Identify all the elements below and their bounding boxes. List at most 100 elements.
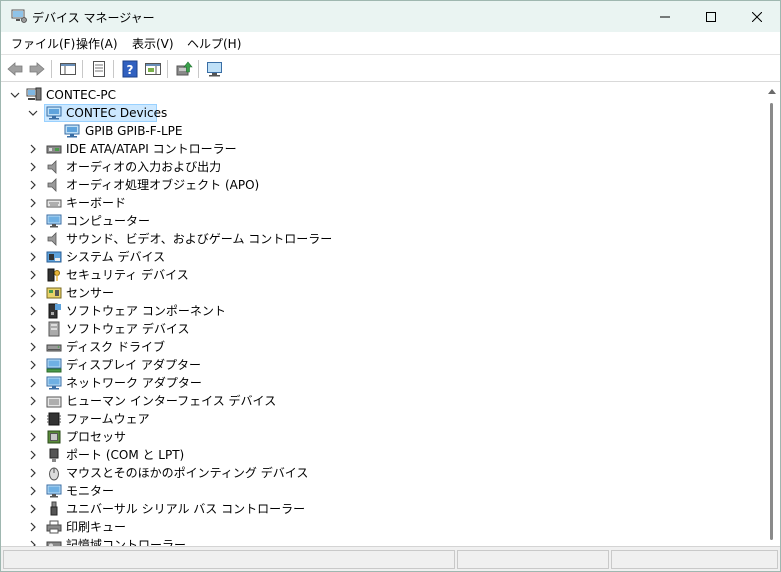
device-tree[interactable]: CONTEC-PC CONTEC Devices GPIB GPIB-F-LPE ID… (2, 83, 765, 546)
tree-item-label: キーボード (66, 196, 127, 210)
action-pane-icon[interactable] (144, 60, 162, 78)
tree-item-category[interactable]: ディスプレイ アダプター (2, 356, 702, 374)
toolbar-separator (51, 60, 52, 78)
tree-item-label: センサー (66, 286, 115, 300)
tree-item-category[interactable]: モニター (2, 482, 702, 500)
tree-item-label: ポート (COM と LPT) (66, 448, 185, 462)
show-hide-console-tree-icon[interactable] (59, 60, 77, 78)
chevron-right-icon[interactable] (28, 180, 38, 190)
ide-controller-icon (46, 145, 62, 154)
tree-item-category[interactable]: ポート (COM と LPT) (2, 446, 702, 464)
help-icon[interactable]: ? (121, 60, 139, 78)
scrollbar-thumb[interactable] (770, 103, 773, 540)
chevron-right-icon[interactable] (28, 432, 38, 442)
chevron-right-icon[interactable] (28, 324, 38, 334)
tree-item-category[interactable]: セキュリティ デバイス (2, 266, 702, 284)
menu-file[interactable]: ファイル(F) (11, 35, 75, 52)
tree-item-category[interactable]: ヒューマン インターフェイス デバイス (2, 392, 702, 410)
tree-item-label: モニター (66, 484, 115, 498)
chevron-right-icon[interactable] (28, 378, 38, 388)
tree-item-category[interactable]: サウンド、ビデオ、およびゲーム コントローラー (2, 230, 702, 248)
tree-item-category[interactable]: ユニバーサル シリアル バス コントローラー (2, 500, 702, 518)
tree-item-category[interactable]: システム デバイス (2, 248, 702, 266)
menu-view[interactable]: 表示(V) (132, 35, 174, 52)
toolbar-separator (113, 60, 114, 78)
chevron-right-icon[interactable] (28, 252, 38, 262)
tree-item-label: CONTEC Devices (66, 106, 168, 120)
menu-action[interactable]: 操作(A) (76, 35, 118, 52)
vertical-scrollbar[interactable] (765, 83, 780, 546)
hid-icon (46, 396, 62, 408)
tree-item-category[interactable]: キーボード (2, 194, 702, 212)
tree-item-category[interactable]: プロセッサ (2, 428, 702, 446)
maximize-button[interactable] (688, 1, 734, 32)
chevron-right-icon[interactable] (28, 234, 38, 244)
tree-item-label: GPIB GPIB-F-LPE (85, 124, 183, 138)
chevron-right-icon[interactable] (28, 504, 38, 514)
software-device-icon (48, 321, 60, 337)
tree-item-category[interactable]: ファームウェア (2, 410, 702, 428)
audio-processing-icon (47, 178, 57, 192)
scroll-up-arrow-icon[interactable] (768, 89, 776, 94)
tree-item-category[interactable]: ネットワーク アダプター (2, 374, 702, 392)
tree-item-gpib[interactable]: GPIB GPIB-F-LPE (2, 122, 702, 140)
tree-item-label: 記憶域コントローラー (66, 538, 187, 546)
tree-item-label: オーディオの入力および出力 (66, 160, 222, 174)
minimize-button[interactable] (642, 1, 688, 32)
port-icon (49, 448, 59, 462)
chevron-right-icon[interactable] (28, 450, 38, 460)
tree-item-category[interactable]: 記憶域コントローラー (2, 536, 702, 546)
menu-help[interactable]: ヘルプ(H) (187, 35, 241, 52)
chevron-right-icon[interactable] (28, 486, 38, 496)
tree-item-contec-devices[interactable]: CONTEC Devices (2, 104, 702, 122)
chevron-right-icon[interactable] (28, 522, 38, 532)
usb-controller-icon (50, 501, 58, 516)
tree-item-category[interactable]: ソフトウェア デバイス (2, 320, 702, 338)
update-driver-icon[interactable] (175, 60, 193, 78)
network-icon (46, 106, 62, 120)
tree-item-label: ユニバーサル シリアル バス コントローラー (66, 502, 306, 516)
properties-icon[interactable] (90, 60, 108, 78)
chevron-right-icon[interactable] (28, 360, 38, 370)
chevron-right-icon[interactable] (28, 468, 38, 478)
network-icon (64, 124, 80, 138)
chevron-right-icon[interactable] (28, 162, 38, 172)
chevron-right-icon[interactable] (28, 270, 38, 280)
tree-item-category[interactable]: マウスとそのほかのポインティング デバイス (2, 464, 702, 482)
tree-item-label: システム デバイス (66, 250, 166, 264)
tree-item-label: ディスク ドライブ (66, 340, 165, 354)
sensor-icon (46, 287, 62, 299)
tree-item-category[interactable]: IDE ATA/ATAPI コントローラー (2, 140, 702, 158)
chevron-right-icon[interactable] (28, 144, 38, 154)
tree-item-label: コンピューター (66, 214, 151, 228)
status-pane-2 (457, 550, 609, 569)
tree-root-row[interactable]: CONTEC-PC (2, 86, 702, 104)
chevron-right-icon[interactable] (28, 342, 38, 352)
forward-icon[interactable] (28, 60, 46, 78)
keyboard-icon (46, 199, 62, 208)
tree-item-category[interactable]: コンピューター (2, 212, 702, 230)
chevron-down-icon[interactable] (10, 90, 20, 100)
chevron-right-icon[interactable] (28, 288, 38, 298)
title-bar[interactable]: デバイス マネージャー (1, 1, 780, 32)
chevron-right-icon[interactable] (28, 414, 38, 424)
tree-item-category[interactable]: オーディオの入力および出力 (2, 158, 702, 176)
scan-hardware-icon[interactable] (206, 60, 224, 78)
back-icon[interactable] (6, 60, 24, 78)
close-button[interactable] (734, 1, 780, 32)
tree-item-category[interactable]: 印刷キュー (2, 518, 702, 536)
tree-item-label: マウスとそのほかのポインティング デバイス (66, 466, 309, 480)
status-pane-3 (611, 550, 778, 569)
tree-item-category[interactable]: オーディオ処理オブジェクト (APO) (2, 176, 702, 194)
chevron-down-icon[interactable] (28, 108, 38, 118)
status-pane-main (3, 550, 455, 569)
chevron-right-icon[interactable] (28, 216, 38, 226)
tree-item-category[interactable]: ディスク ドライブ (2, 338, 702, 356)
chevron-right-icon[interactable] (28, 396, 38, 406)
tree-item-category[interactable]: センサー (2, 284, 702, 302)
monitor-icon (46, 484, 62, 498)
tree-item-category[interactable]: ソフトウェア コンポーネント (2, 302, 702, 320)
chevron-right-icon[interactable] (28, 306, 38, 316)
security-devices-icon (47, 268, 60, 282)
chevron-right-icon[interactable] (28, 198, 38, 208)
